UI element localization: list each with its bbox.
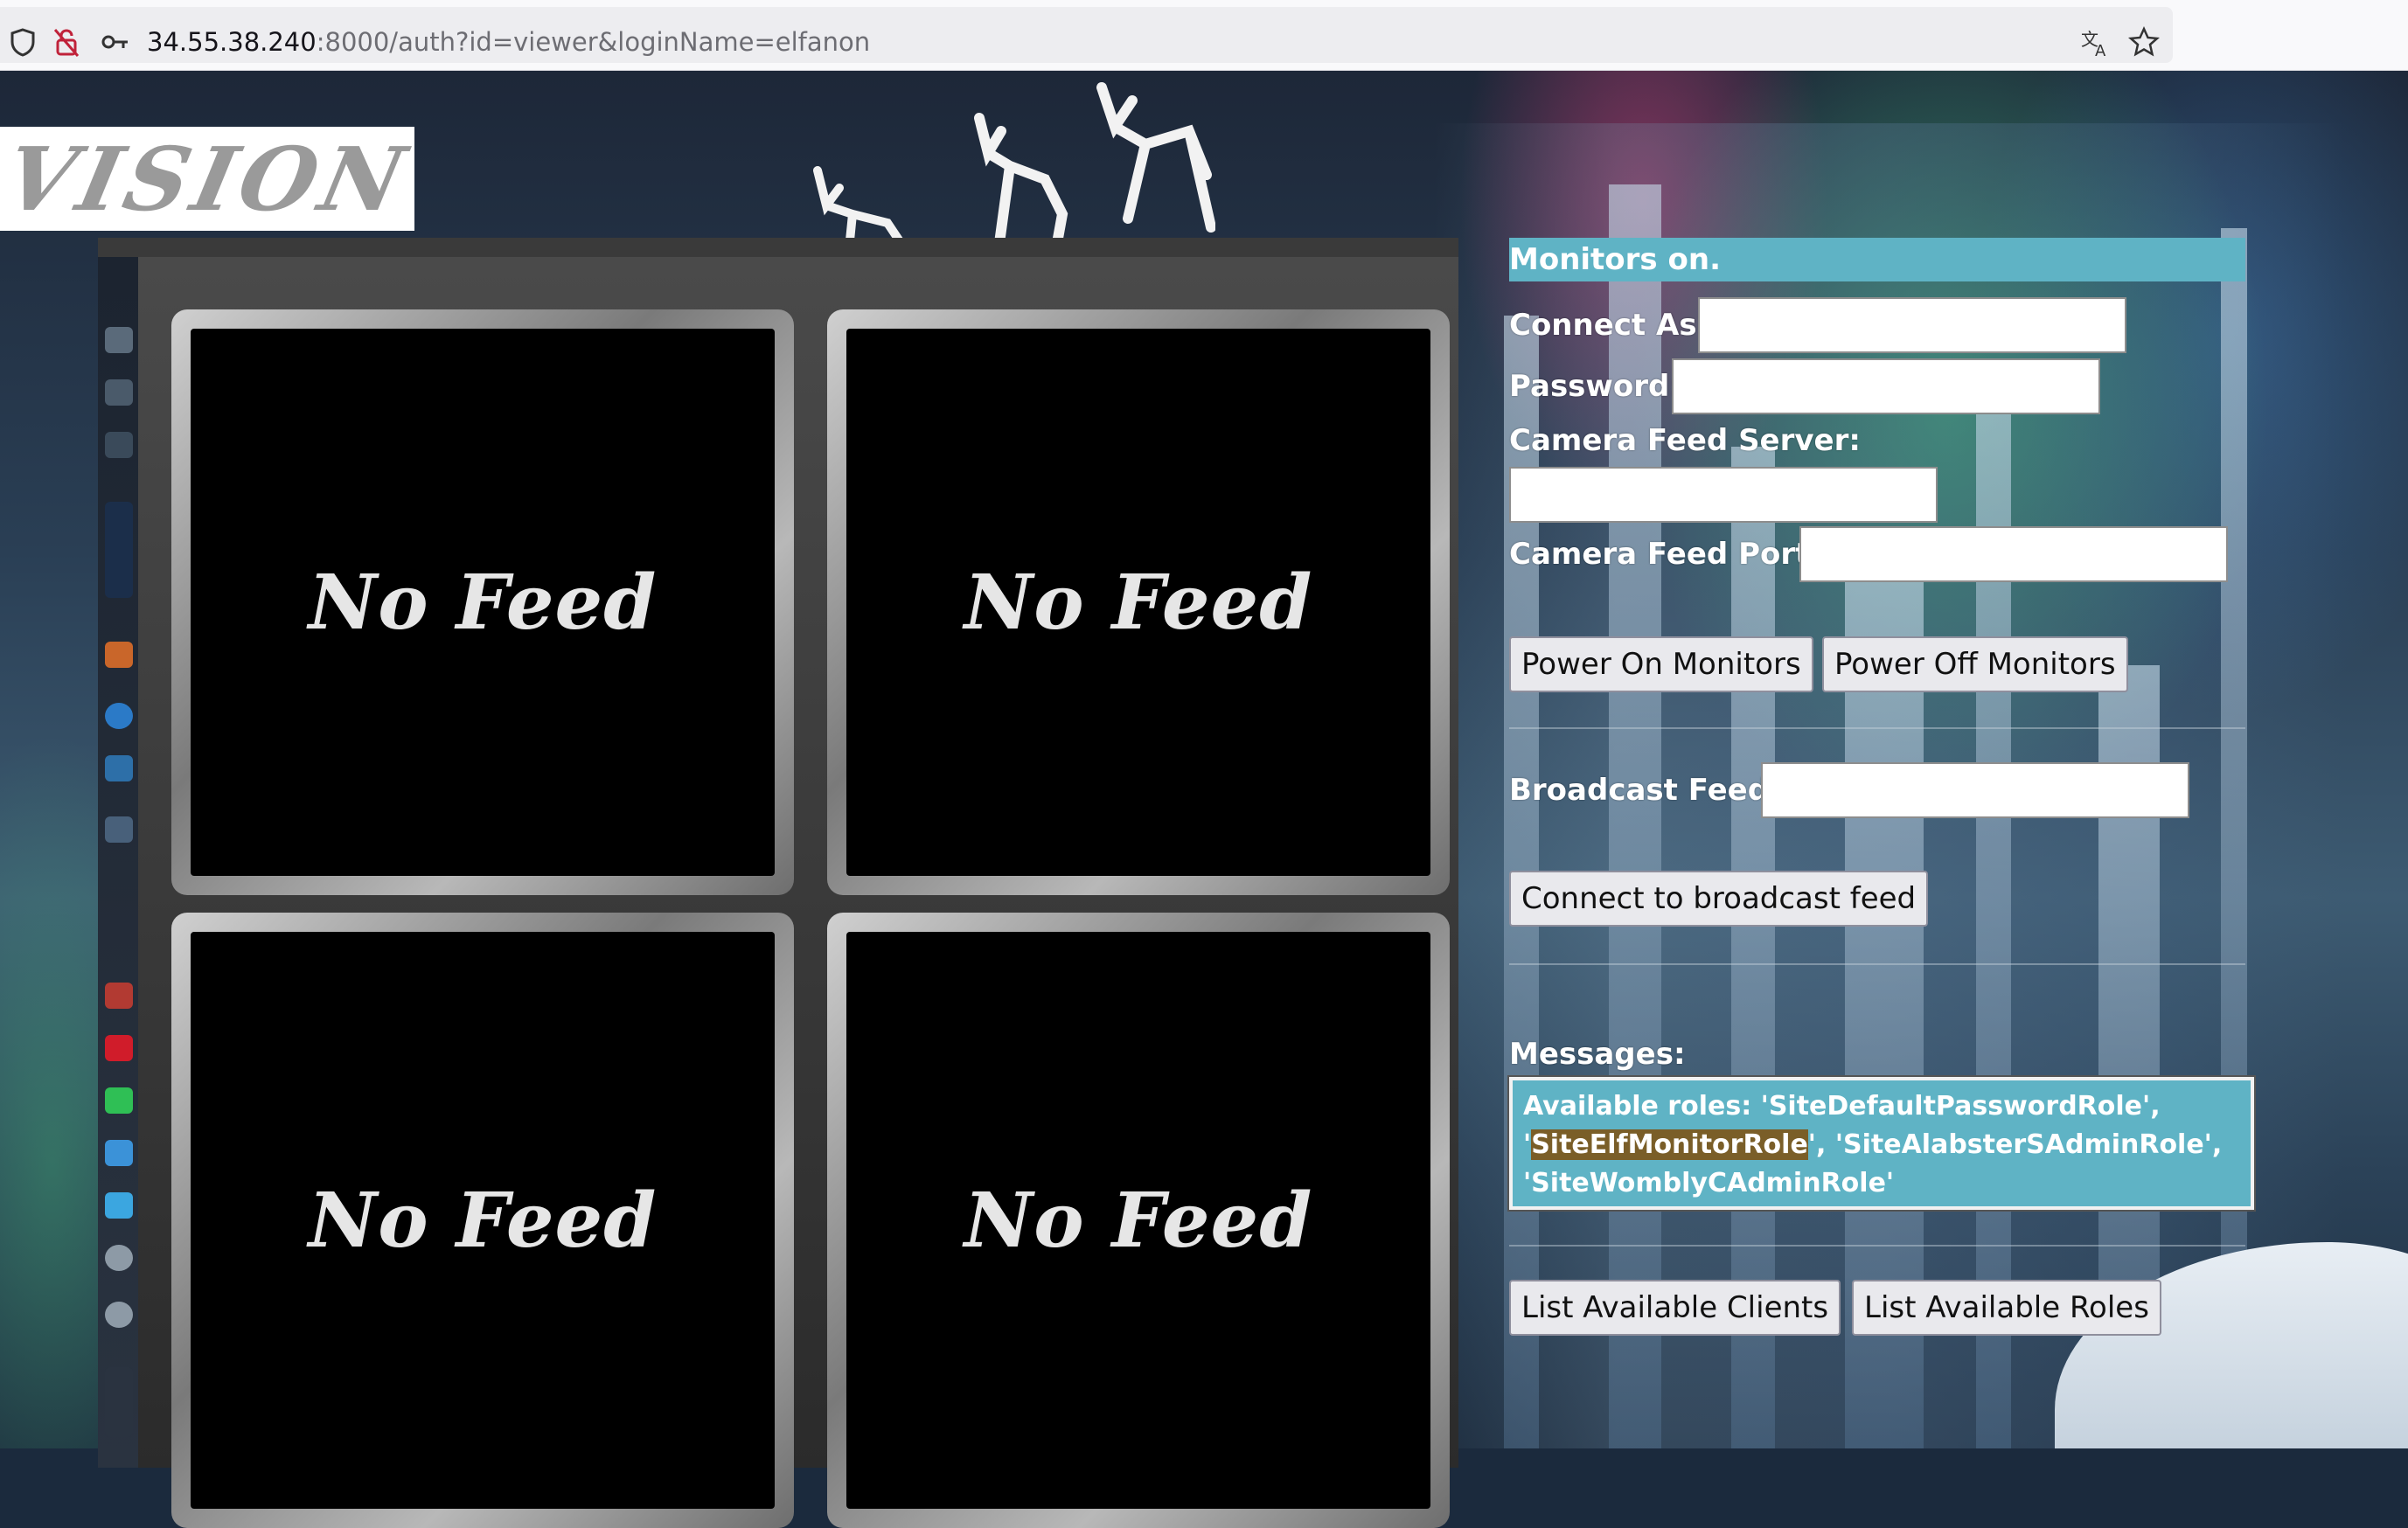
camera-feed-server-label: Camera Feed Server: [1509, 423, 1861, 458]
browser-toolbar: 34.55.38.240:8000/auth?id=viewer&loginNa… [0, 0, 2408, 71]
monitor-screen: No Feed [846, 932, 1430, 1509]
strip-button [105, 703, 133, 729]
logo-text: VISION [0, 127, 419, 231]
no-feed-label: No Feed [308, 1176, 658, 1265]
broadcast-feed-label: Broadcast Feed: [1509, 773, 1781, 808]
strip-button [105, 432, 133, 458]
monitor-3: No Feed [171, 913, 794, 1528]
camera-feed-server-input[interactable] [1509, 467, 1938, 523]
message-line: Available roles: 'SiteDefaultPasswordRol… [1523, 1091, 2161, 1122]
vision-logo: VISION [0, 127, 418, 231]
messages-label: Messages: [1509, 1037, 1686, 1072]
star-icon[interactable] [2126, 24, 2161, 59]
list-available-roles-button[interactable]: List Available Roles [1852, 1280, 2161, 1336]
list-available-clients-button[interactable]: List Available Clients [1509, 1280, 1841, 1336]
password-label: Password: [1509, 369, 1681, 404]
strip-button [105, 1140, 133, 1166]
no-feed-label: No Feed [964, 558, 1313, 647]
status-bar: Monitors on. [1509, 238, 2245, 281]
strip-button [105, 755, 133, 781]
password-input[interactable] [1672, 358, 2100, 414]
monitor-screen: No Feed [846, 329, 1430, 876]
no-feed-label: No Feed [308, 558, 658, 647]
message-line: 'SiteWomblyCAdminRole' [1523, 1168, 1895, 1198]
strip-button [105, 1087, 133, 1114]
address-bar[interactable]: 34.55.38.240:8000/auth?id=viewer&loginNa… [0, 7, 2173, 63]
monitor-screen: No Feed [191, 329, 775, 876]
monitor-screen: No Feed [191, 932, 775, 1509]
reindeer-icon [1096, 82, 1215, 233]
strip-button [105, 502, 133, 598]
translate-icon[interactable]: 文 A [2077, 24, 2112, 59]
url-host: 34.55.38.240 [147, 27, 317, 57]
power-off-monitors-button[interactable]: Power Off Monitors [1822, 636, 2128, 692]
divider [1509, 963, 2245, 965]
messages-box: Available roles: 'SiteDefaultPasswordRol… [1507, 1075, 2256, 1212]
no-feed-label: No Feed [964, 1176, 1313, 1265]
url-text[interactable]: 34.55.38.240:8000/auth?id=viewer&loginNa… [147, 23, 870, 61]
monitor-2: No Feed [827, 309, 1450, 895]
broadcast-feed-input[interactable] [1761, 762, 2189, 818]
strip-button [105, 1245, 133, 1271]
camera-feed-port-input[interactable] [1799, 526, 2228, 582]
monitor-1: No Feed [171, 309, 794, 895]
connect-as-input[interactable] [1698, 297, 2126, 353]
power-on-monitors-button[interactable]: Power On Monitors [1509, 636, 1813, 692]
svg-text:A: A [2095, 42, 2106, 59]
connect-as-label: Connect As: [1509, 308, 1709, 343]
strip-button [105, 1035, 133, 1061]
strip-button [105, 1302, 133, 1328]
divider [1509, 1245, 2245, 1247]
message-text: ' [1523, 1129, 1532, 1160]
strip-button [105, 983, 133, 1009]
strip-button [105, 379, 133, 406]
monitor-wall: No Feed No Feed No Feed No Feed [98, 238, 1458, 1528]
highlighted-role: SiteElfMonitorRole [1531, 1129, 1808, 1160]
message-text: ', 'SiteAlabsterSAdminRole', [1807, 1129, 2223, 1160]
monitor-4: No Feed [827, 913, 1450, 1528]
control-strip [98, 257, 138, 1468]
key-icon[interactable] [98, 24, 133, 59]
strip-button [105, 327, 133, 353]
message-line: 'SiteElfMonitorRole', 'SiteAlabsterSAdmi… [1523, 1126, 2240, 1164]
camera-feed-port-label: Camera Feed Port: [1509, 537, 1821, 572]
insecure-lock-icon[interactable] [49, 24, 84, 59]
strip-button [105, 1192, 133, 1219]
strip-button [105, 642, 133, 668]
url-path: :8000/auth?id=viewer&loginName=elfanon [316, 27, 871, 57]
divider [1509, 727, 2245, 729]
strip-button [105, 1367, 133, 1437]
shield-icon[interactable] [5, 24, 40, 59]
connect-broadcast-feed-button[interactable]: Connect to broadcast feed [1509, 871, 1929, 927]
strip-button [105, 816, 133, 843]
